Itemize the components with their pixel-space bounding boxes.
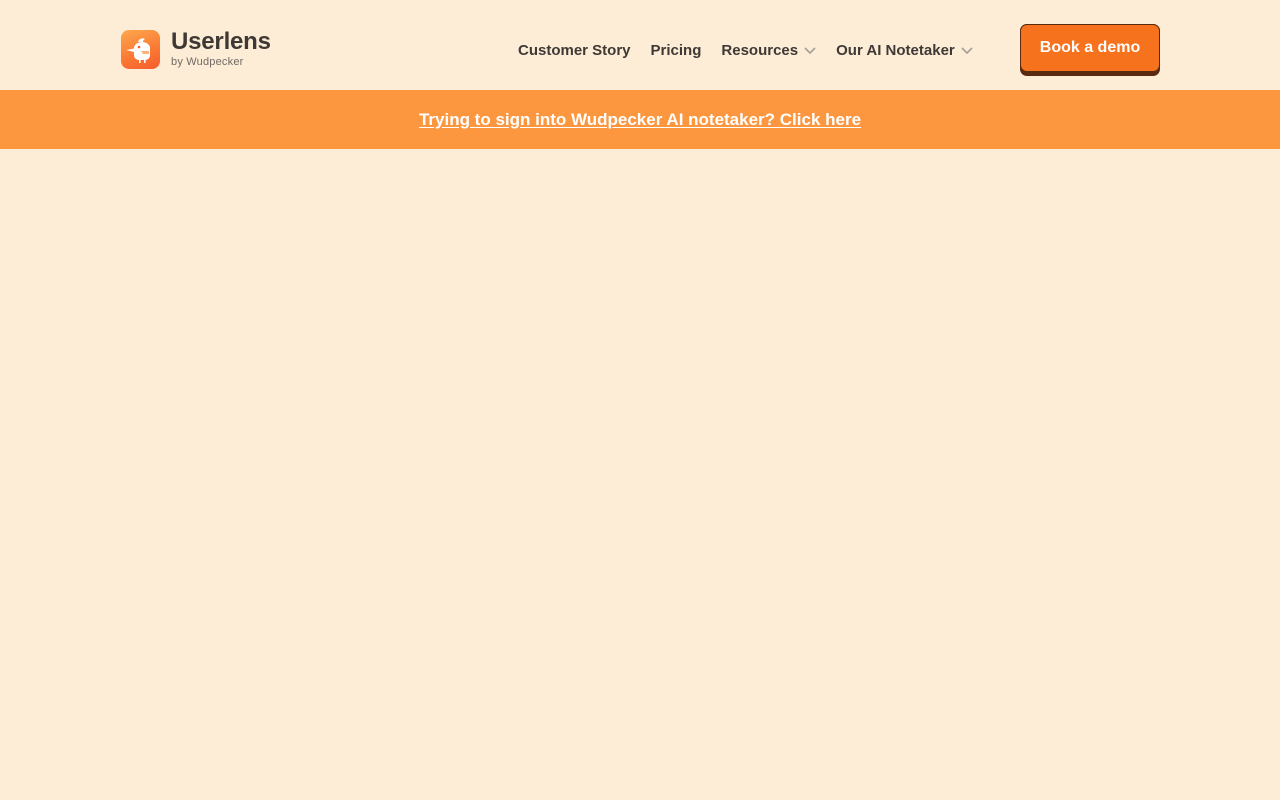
nav-item-label: Our AI Notetaker — [836, 41, 955, 59]
nav-item-resources[interactable]: Resources — [721, 42, 816, 59]
main-nav: Customer Story Pricing Resources Our AI … — [518, 39, 973, 61]
nav-item-customer-story[interactable]: Customer Story — [518, 42, 631, 59]
nav-item-label: Pricing — [650, 41, 702, 59]
site-header: Userlens by Wudpecker Customer Story Pri… — [0, 0, 1280, 90]
brand-tagline: by Wudpecker — [171, 56, 244, 68]
nav-item-label: Resources — [721, 41, 799, 59]
nav-item-pricing[interactable]: Pricing — [651, 42, 702, 59]
brand-logo-link[interactable]: Userlens by Wudpecker — [121, 29, 271, 69]
chevron-down-icon — [961, 47, 973, 55]
nav-item-ai-notetaker[interactable]: Our AI Notetaker — [836, 42, 973, 59]
chevron-down-icon — [804, 47, 816, 55]
woodpecker-logo-icon — [121, 30, 160, 69]
nav-item-label: Customer Story — [518, 41, 631, 59]
book-demo-label: Book a demo — [1020, 24, 1160, 72]
signin-banner-link[interactable]: Trying to sign into Wudpecker AI notetak… — [419, 110, 861, 130]
main-content — [0, 149, 1280, 800]
signin-banner: Trying to sign into Wudpecker AI notetak… — [0, 90, 1280, 149]
book-demo-button[interactable]: Book a demo — [1020, 24, 1160, 76]
brand-name: Userlens — [171, 28, 271, 55]
brand-text: Userlens by Wudpecker — [171, 29, 271, 69]
